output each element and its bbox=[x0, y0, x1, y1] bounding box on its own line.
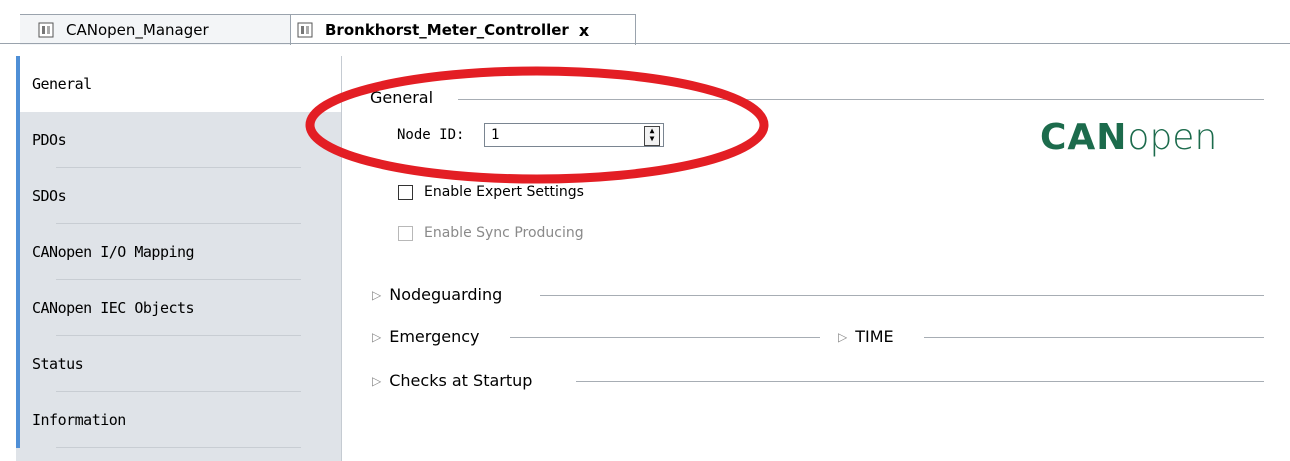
canopen-logo: CANopen bbox=[1040, 117, 1217, 158]
editor-sidebar: General PDOs SDOs CANopen I/O Mapping CA… bbox=[16, 56, 342, 461]
section-line bbox=[510, 337, 820, 338]
tab-label: Bronkhorst_Meter_Controller bbox=[325, 21, 569, 39]
logo-text: open bbox=[1127, 117, 1218, 158]
highlight-ellipse bbox=[305, 66, 769, 184]
expand-triangle-icon: ▷ bbox=[372, 329, 382, 344]
expand-triangle-icon: ▷ bbox=[372, 287, 382, 302]
sidebar-item-marker bbox=[16, 336, 20, 392]
tab-canopen-manager[interactable]: CANopen_Manager bbox=[20, 14, 304, 45]
sidebar-item-marker bbox=[16, 168, 20, 224]
sidebar-item-iec-objects[interactable]: CANopen IEC Objects bbox=[16, 280, 341, 336]
emergency-section[interactable]: ▷ Emergency bbox=[372, 327, 479, 346]
active-indicator bbox=[16, 56, 20, 112]
sidebar-item-io-mapping[interactable]: CANopen I/O Mapping bbox=[16, 224, 341, 280]
sidebar-item-marker bbox=[16, 280, 20, 336]
module-icon bbox=[297, 22, 313, 38]
section-line bbox=[540, 295, 1264, 296]
nodeguarding-section[interactable]: ▷ Nodeguarding bbox=[372, 285, 502, 304]
module-icon bbox=[38, 22, 54, 38]
sidebar-item-label: Information bbox=[32, 411, 126, 429]
close-icon[interactable]: x bbox=[579, 21, 589, 40]
editor-tab-bar: CANopen_Manager Bronkhorst_Meter_Control… bbox=[0, 0, 1290, 45]
time-section[interactable]: ▷ TIME bbox=[838, 327, 894, 346]
sidebar-item-general[interactable]: General bbox=[16, 56, 341, 112]
tab-label: CANopen_Manager bbox=[66, 21, 209, 39]
sidebar-item-label: SDOs bbox=[32, 187, 67, 205]
tab-divider bbox=[0, 43, 1290, 44]
section-line bbox=[924, 337, 1264, 338]
sidebar-item-marker bbox=[16, 224, 20, 280]
expand-triangle-icon: ▷ bbox=[838, 329, 848, 344]
sidebar-item-label: Status bbox=[32, 355, 84, 373]
sidebar-item-marker bbox=[16, 112, 20, 168]
tab-bronkhorst-meter-controller[interactable]: Bronkhorst_Meter_Controller x bbox=[290, 14, 636, 45]
section-label: TIME bbox=[855, 327, 894, 346]
sync-producing-checkbox[interactable] bbox=[398, 226, 413, 241]
sidebar-item-marker bbox=[16, 392, 20, 448]
sidebar-item-pdos[interactable]: PDOs bbox=[16, 112, 341, 168]
section-label: Emergency bbox=[389, 327, 480, 346]
sidebar-item-sdos[interactable]: SDOs bbox=[16, 168, 341, 224]
sidebar-item-label: General bbox=[32, 75, 92, 93]
section-line bbox=[576, 381, 1264, 382]
sidebar-item-label: PDOs bbox=[32, 131, 67, 149]
checks-at-startup-section[interactable]: ▷ Checks at Startup bbox=[372, 371, 532, 390]
sidebar-item-status[interactable]: Status bbox=[16, 336, 341, 392]
separator bbox=[56, 447, 301, 448]
section-label: Checks at Startup bbox=[389, 371, 533, 390]
expand-triangle-icon: ▷ bbox=[372, 373, 382, 388]
section-label: Nodeguarding bbox=[389, 285, 503, 304]
sync-producing-label: Enable Sync Producing bbox=[424, 225, 584, 241]
sidebar-item-label: CANopen I/O Mapping bbox=[32, 243, 195, 261]
logo-text: CAN bbox=[1040, 117, 1128, 158]
sidebar-item-label: CANopen IEC Objects bbox=[32, 299, 195, 317]
sidebar-item-information[interactable]: Information bbox=[16, 392, 341, 448]
